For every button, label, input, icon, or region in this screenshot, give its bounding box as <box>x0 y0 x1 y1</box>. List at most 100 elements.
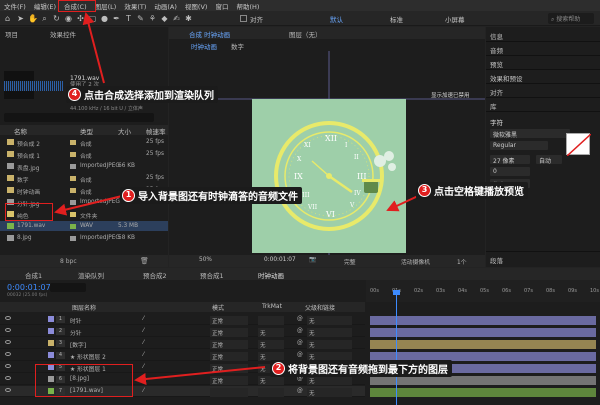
tab-effect-controls[interactable]: 效果控件 <box>50 29 76 39</box>
project-search-input[interactable] <box>4 113 154 122</box>
tab-clock-animation[interactable]: 时钟动画 <box>258 270 284 280</box>
menu-view[interactable]: 视图(V) <box>181 1 212 11</box>
font-family-select[interactable]: 微软雅黑 <box>490 129 570 139</box>
eye-icon[interactable] <box>5 364 11 368</box>
selection-tool-icon[interactable]: ➤ <box>16 14 25 23</box>
layer-row[interactable]: 1 时针 ⁄ 正常 @ 无 <box>0 314 365 325</box>
parent-pickwhip-icon[interactable]: @ <box>297 340 303 346</box>
layer-parent-select[interactable]: 无 <box>307 328 352 337</box>
menu-effect[interactable]: 效果(T) <box>120 1 150 11</box>
menu-file[interactable]: 文件(F) <box>0 1 30 11</box>
timeline-tracks[interactable]: 00s01s02s03s04s05s06s07s08s09s10s <box>366 280 600 405</box>
col-mode[interactable]: 模式 <box>212 303 224 312</box>
parent-pickwhip-icon[interactable]: @ <box>297 328 303 334</box>
layer-duration-bar[interactable] <box>370 340 596 349</box>
text-tool-icon[interactable]: T <box>124 14 133 23</box>
panel-paragraph[interactable]: 段落 <box>490 255 503 265</box>
tab-project[interactable]: 项目 <box>5 29 18 39</box>
pen-tool-icon[interactable]: ✒ <box>112 14 121 23</box>
col-fps[interactable]: 帧速率 <box>146 126 166 136</box>
layer-parent-select[interactable]: 无 <box>307 388 352 397</box>
label-color-swatch[interactable] <box>70 236 76 241</box>
layer-name[interactable]: [数字] <box>70 340 86 349</box>
leading-field[interactable]: 自动 <box>536 155 562 165</box>
layer-trkmat-select[interactable] <box>258 388 284 397</box>
search-help-field[interactable]: ⌕ 搜索帮助 <box>548 13 594 24</box>
breadcrumb-digits[interactable]: 数字 <box>231 41 244 51</box>
zoom-tool-icon[interactable]: ⌕ <box>40 14 49 23</box>
label-color-swatch[interactable] <box>70 164 76 169</box>
viewer-timecode[interactable]: 0:00:01:07 <box>264 257 296 263</box>
tab-precomp2[interactable]: 预合成2 <box>143 270 167 280</box>
layer-label-color[interactable] <box>48 340 54 346</box>
camera-tool-icon[interactable]: ◉ <box>64 14 73 23</box>
layer-trkmat-select[interactable]: 无 <box>258 340 284 349</box>
tab-comp1[interactable]: 合成1 <box>25 270 42 280</box>
fill-color-swatch[interactable] <box>566 133 592 157</box>
roto-tool-icon[interactable]: ✍ <box>172 14 181 23</box>
eye-icon[interactable] <box>5 316 11 320</box>
layer-trkmat-select[interactable] <box>258 316 284 325</box>
layer-switch-icon[interactable]: ⁄ <box>143 328 144 334</box>
layer-mode-select[interactable]: 正常 <box>210 328 248 337</box>
project-item[interactable]: 预合成 2 合成 25 fps <box>0 137 168 148</box>
layer-duration-bar[interactable] <box>370 328 596 337</box>
col-type[interactable]: 类型 <box>80 126 93 136</box>
snap-checkbox[interactable] <box>240 15 247 22</box>
tab-composition[interactable]: 合成 时钟动画 <box>189 29 230 39</box>
resolution-select[interactable]: 完整 <box>344 257 356 266</box>
layer-parent-select[interactable]: 无 <box>307 340 352 349</box>
col-name[interactable]: 名称 <box>14 126 27 136</box>
layer-switch-icon[interactable]: ⁄ <box>143 316 144 322</box>
menu-animation[interactable]: 动画(A) <box>150 1 181 11</box>
ellipse-tool-icon[interactable]: ● <box>100 14 109 23</box>
trash-icon[interactable]: 🗑 <box>140 257 149 265</box>
layer-switch-icon[interactable]: ⁄ <box>143 364 144 370</box>
layer-duration-bar[interactable] <box>370 316 596 325</box>
col-size[interactable]: 大小 <box>118 126 131 136</box>
eraser-tool-icon[interactable]: ◆ <box>160 14 169 23</box>
layer-label-color[interactable] <box>48 328 54 334</box>
label-color-swatch[interactable] <box>70 140 76 145</box>
project-item[interactable]: 预合成 1 合成 25 fps <box>0 149 168 160</box>
label-color-swatch[interactable] <box>70 176 76 181</box>
layer-row[interactable]: 2 分针 ⁄ 正常 无 @ 无 <box>0 326 365 337</box>
layer-duration-bar[interactable] <box>370 388 596 397</box>
tab-render-queue[interactable]: 渲染队列 <box>78 270 104 280</box>
rectangle-tool-icon[interactable]: ▢ <box>88 14 97 23</box>
layer-name[interactable]: 时针 <box>70 316 82 325</box>
camera-select[interactable]: 活动摄像机 <box>401 257 430 266</box>
layer-mode-select[interactable]: 正常 <box>210 364 248 373</box>
layer-switch-icon[interactable]: ⁄ <box>143 388 144 394</box>
col-trkmat[interactable]: TrkMat <box>262 303 282 310</box>
breadcrumb-clock-anim[interactable]: 时钟动画 <box>191 41 217 51</box>
parent-pickwhip-icon[interactable]: @ <box>297 352 303 358</box>
layer-label-color[interactable] <box>48 316 54 322</box>
layer-switch-icon[interactable]: ⁄ <box>143 352 144 358</box>
puppet-tool-icon[interactable]: ✱ <box>184 14 193 23</box>
composition-canvas[interactable]: XII III VI IX I II XI X VIII VII V IV <box>252 99 406 253</box>
layer-mode-select[interactable] <box>210 388 248 397</box>
layer-mode-select[interactable]: 正常 <box>210 376 248 385</box>
layer-switch-icon[interactable]: ⁄ <box>143 340 144 346</box>
layer-trkmat-select[interactable]: 无 <box>258 376 284 385</box>
camera-snapshot-icon[interactable]: 📷 <box>309 257 316 263</box>
panel-audio[interactable]: 音频 <box>490 45 503 55</box>
project-item[interactable]: 数字 合成 25 fps <box>0 173 168 184</box>
project-item[interactable]: 表盘.jpg ImportedJPEG 66 KB <box>0 161 168 172</box>
clone-tool-icon[interactable]: ⚘ <box>148 14 157 23</box>
layer-duration-bar[interactable] <box>370 376 596 385</box>
eye-icon[interactable] <box>5 352 11 356</box>
time-ruler[interactable]: 00s01s02s03s04s05s06s07s08s09s10s <box>366 280 600 302</box>
workspace-default[interactable]: 默认 <box>330 14 343 24</box>
tab-precomp1[interactable]: 预合成1 <box>200 270 224 280</box>
menu-window[interactable]: 窗口 <box>211 1 232 11</box>
speaker-icon[interactable] <box>5 388 11 392</box>
layer-trkmat-select[interactable]: 无 <box>258 328 284 337</box>
project-item[interactable]: 1791.wav WAV 5.3 MB <box>0 221 168 231</box>
rotate-tool-icon[interactable]: ↻ <box>52 14 61 23</box>
layer-parent-select[interactable]: 无 <box>307 316 352 325</box>
panel-effects-presets[interactable]: 效果和预设 <box>490 73 523 83</box>
label-color-swatch[interactable] <box>70 188 76 193</box>
zoom-select[interactable]: 50% <box>199 257 212 263</box>
